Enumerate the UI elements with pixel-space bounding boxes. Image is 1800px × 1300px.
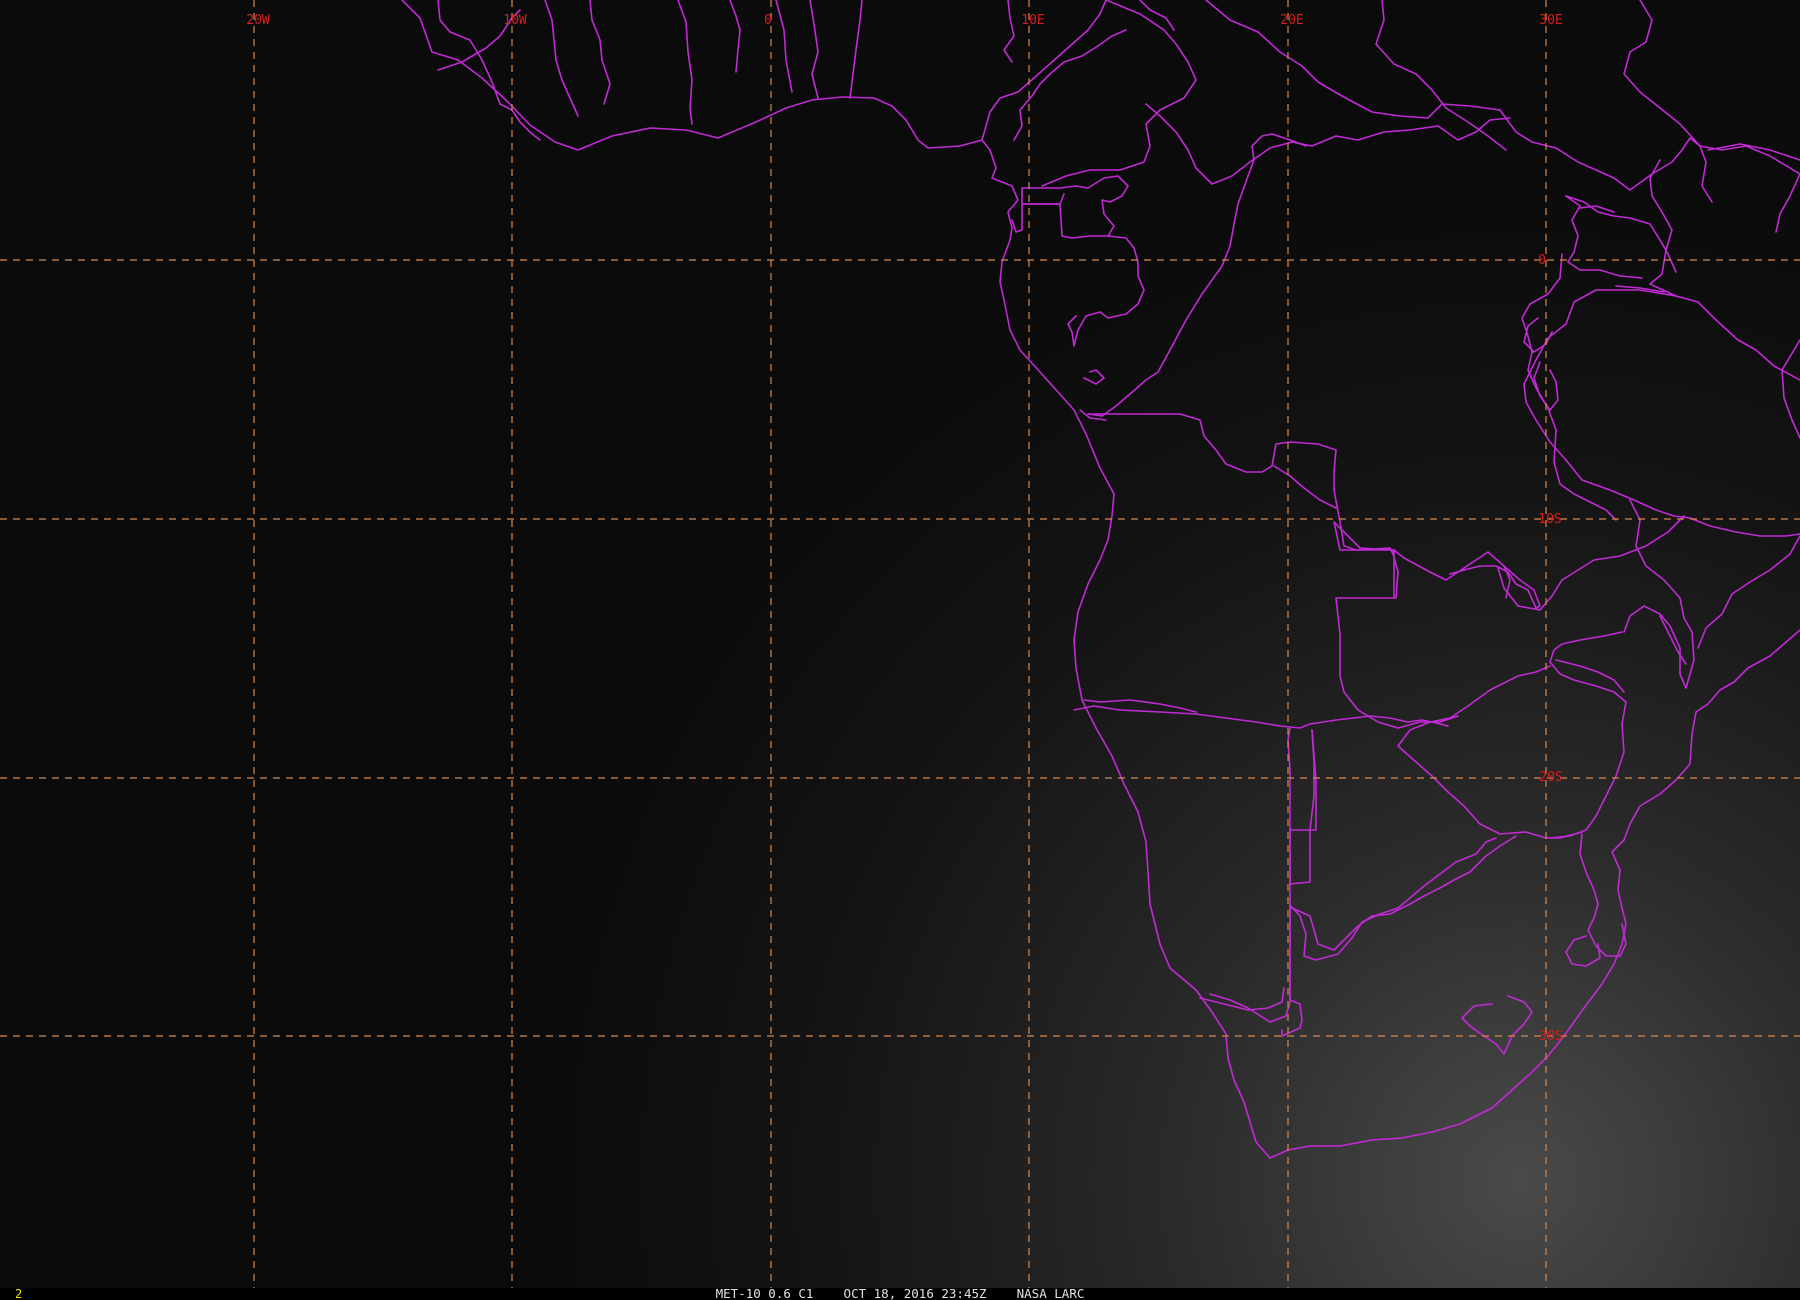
satellite-imagery (0, 0, 1800, 1288)
lon-label-30e: 30E (1539, 13, 1562, 28)
lon-label-20e: 20E (1280, 13, 1303, 28)
lat-label-30s: 30S (1539, 1029, 1562, 1044)
satellite-map: 20W 10W 0 10E 20E 30E 0 10S 20S 30S 2 ME… (0, 0, 1800, 1300)
lat-label-0: 0 (1538, 253, 1546, 268)
satellite-image-viewer[interactable]: 20W 10W 0 10E 20E 30E 0 10S 20S 30S 2 ME… (0, 0, 1800, 1300)
lon-label-10w: 10W (503, 13, 527, 28)
lat-label-20s: 20S (1539, 770, 1562, 785)
lon-label-0: 0 (764, 13, 772, 28)
lon-label-20w: 20W (246, 13, 270, 28)
lon-label-10e: 10E (1021, 13, 1044, 28)
image-caption: MET-10 0.6 C1 OCT 18, 2016 23:45Z NASA L… (716, 1286, 1085, 1300)
lat-label-10s: 10S (1538, 512, 1561, 527)
frame-number: 2 (15, 1287, 22, 1300)
